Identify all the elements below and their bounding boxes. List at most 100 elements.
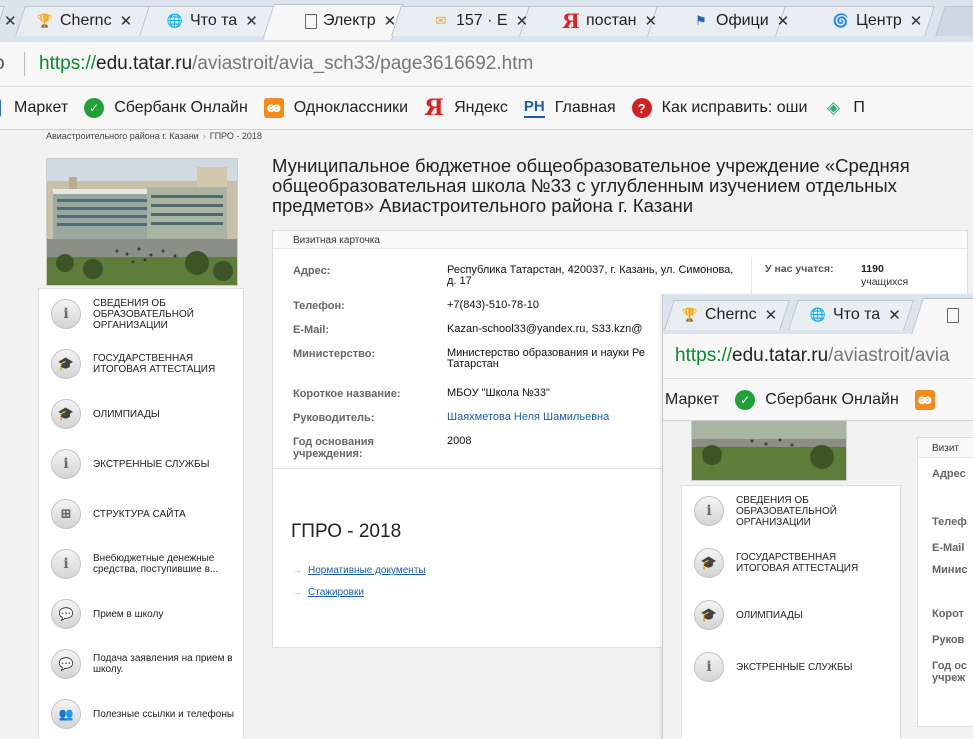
odnoklassniki-icon: ꙭ	[914, 389, 935, 410]
menu-item-gia[interactable]: 🎓 ГОСУДАРСТВЕННАЯ ИТОГОВАЯ АТТЕСТАЦИЯ	[682, 538, 902, 588]
tab-label: Что та	[833, 306, 881, 323]
page-icon	[947, 307, 959, 323]
info-icon: i	[694, 652, 724, 682]
overlay-url-text[interactable]: https://edu.tatar.ru/aviastroit/avia	[675, 345, 950, 367]
menu-item-label: СВЕДЕНИЯ ОБ ОБРАЗОВАТЕЛЬНОЙ ОРГАНИЗАЦИИ	[736, 494, 837, 528]
menu-item-ekstrennye[interactable]: i ЭКСТРЕННЫЕ СЛУЖБЫ	[682, 642, 902, 692]
menu-item-label: СВЕДЕНИЯ ОБ ОБРАЗОВАТЕЛЬНОЙ ОРГАНИЗАЦИИ	[93, 297, 194, 331]
overlay-school-photo	[691, 421, 847, 481]
stat-label: У нас учатся:	[765, 263, 834, 275]
tab-mail[interactable]: ✉ 157 · E ✕	[432, 6, 542, 36]
card-key: Телефон:	[293, 300, 345, 312]
menu-item-olimpiady[interactable]: 🎓 ОЛИМПИАДЫ	[682, 590, 902, 640]
tab-label: Центр	[856, 12, 902, 29]
url-text[interactable]: https://edu.tatar.ru/aviastroit/avia_sch…	[39, 53, 533, 75]
bookmark-sberbank[interactable]: ✓ Сбербанк Онлайн	[735, 389, 899, 410]
bookmark-glavnaya[interactable]: РН Главная	[523, 98, 616, 118]
globe-icon: 🌐	[809, 307, 827, 322]
menu-item-label: ЭКСТРЕННЫЕ СЛУЖБЫ	[93, 458, 210, 470]
url-path: /aviastroit/avia	[828, 345, 950, 366]
card-header: Визит	[918, 438, 973, 458]
gem-icon: ◈	[826, 98, 840, 117]
tab-chernc[interactable]: 🏆 Chernc ✕	[36, 6, 144, 36]
url-host: edu.tatar.ru	[732, 345, 829, 366]
swirl-icon: 🌀	[832, 13, 850, 28]
divider	[24, 52, 25, 76]
stat-number: 1190	[861, 263, 884, 275]
overlay-tab-chto-ta[interactable]: 🌐 Что та ✕	[809, 300, 915, 330]
overlay-tab-chernc[interactable]: 🏆 Chernc ✕	[681, 300, 787, 330]
menu-item-ekstrennye[interactable]: i ЭКСТРЕННЫЕ СЛУЖБЫ	[39, 439, 245, 489]
close-icon[interactable]: ✕	[120, 12, 133, 30]
card-key: Руководитель:	[293, 412, 375, 424]
bookmark-p[interactable]: ◈ П	[823, 98, 865, 118]
close-icon[interactable]: ✕	[777, 12, 790, 30]
graduation-cap-icon: 🎓	[694, 600, 724, 630]
menu-item-vnebyudzhet[interactable]: i Внебюджетные денежные средства, поступ…	[39, 539, 245, 589]
tab-chto-ta[interactable]: 🌐 Что та ✕	[166, 6, 276, 36]
url-scheme: https://	[39, 53, 97, 74]
overlay-address-bar[interactable]: https://edu.tatar.ru/aviastroit/avia	[663, 334, 973, 379]
url-scheme: https://	[675, 345, 733, 366]
bookmark-sberbank[interactable]: ✓ Сбербанк Онлайн	[84, 98, 248, 118]
menu-item-podacha[interactable]: 💬 Подача заявления на прием в школу.	[39, 639, 245, 689]
trophy-icon: 🏆	[681, 307, 699, 322]
card-key: Руков	[932, 634, 965, 646]
screen: ✕ 🏆 Chernc ✕ 🌐 Что та ✕ Электр ✕ ✉ 157 ·…	[0, 0, 973, 739]
bookmark-market[interactable]: Маркет	[665, 391, 719, 409]
card-key: Телеф	[932, 516, 967, 528]
bookmark-yandex[interactable]: Я Яндекс	[424, 95, 508, 121]
breadcrumb-parent[interactable]: Авиастроительного района г. Казани	[46, 131, 199, 141]
market-icon	[0, 98, 2, 118]
sberbank-icon: ✓	[735, 389, 756, 410]
link-normativnye-dokumenty[interactable]: Нормативные документы	[293, 565, 426, 576]
close-icon[interactable]: ✕	[245, 12, 258, 30]
info-icon: i	[51, 299, 81, 329]
bookmark-label: П	[853, 99, 865, 116]
card-key: Короткое название:	[293, 388, 401, 400]
school-photo	[46, 158, 238, 286]
link-stazhirovki[interactable]: Стажировки	[293, 587, 364, 598]
close-icon[interactable]: ✕	[516, 12, 529, 30]
menu-item-struktura[interactable]: ⊞ СТРУКТУРА САЙТА	[39, 489, 245, 539]
close-icon[interactable]: ✕	[910, 12, 923, 30]
tab-ofici[interactable]: ⚑ Офици ✕	[692, 6, 802, 36]
bookmark-odnoklassniki[interactable]: ꙭ Одноклассники	[263, 98, 409, 118]
yandex-icon: Я	[562, 9, 580, 33]
bookmark-label: Сбербанк Онлайн	[765, 390, 899, 408]
bookmark-kak-ispravit[interactable]: ? Как исправить: оши	[631, 98, 807, 118]
menu-item-priem[interactable]: 💬 Прием в школу	[39, 589, 245, 639]
odnoklassniki-icon: ꙭ	[263, 98, 284, 118]
close-icon[interactable]: ✕	[888, 306, 901, 324]
tab-elektr-active[interactable]: Электр ✕	[305, 6, 405, 36]
close-icon[interactable]: ✕	[644, 12, 657, 30]
close-icon[interactable]: ✕	[4, 12, 17, 30]
stat-value: 1190 учащихся	[861, 263, 921, 288]
close-icon[interactable]: ✕	[765, 306, 778, 324]
menu-item-label: Полезные ссылки и телефоны	[93, 708, 235, 720]
menu-item-olimpiady[interactable]: 🎓 ОЛИМПИАДЫ	[39, 389, 245, 439]
menu-item-svedeniya[interactable]: i СВЕДЕНИЯ ОБ ОБРАЗОВАТЕЛЬНОЙ ОРГАНИЗАЦИ…	[39, 289, 245, 339]
bookmark-label: Главная	[554, 99, 616, 116]
menu-item-gia[interactable]: 🎓 ГОСУДАРСТВЕННАЯ ИТОГОВАЯ АТТЕСТАЦИЯ	[39, 339, 245, 389]
bookmark-odnoklassniki[interactable]: ꙭ	[914, 389, 945, 410]
graduation-cap-icon: 🎓	[51, 399, 81, 429]
tab-centr[interactable]: 🌀 Центр ✕	[832, 6, 942, 36]
menu-item-label: Внебюджетные денежные средства, поступив…	[93, 553, 219, 575]
help-icon: ?	[631, 98, 652, 118]
menu-item-label: ОЛИМПИАДЫ	[93, 408, 160, 420]
bookmark-label: Одноклассники	[293, 99, 409, 116]
bookmark-market[interactable]: Маркет	[0, 98, 68, 118]
page-title: Муниципальное бюджетное общеобразователь…	[272, 155, 910, 216]
address-bar[interactable]: o https://edu.tatar.ru/aviastroit/avia_s…	[0, 42, 973, 87]
page-icon	[305, 13, 317, 29]
chat-icon: 💬	[51, 649, 81, 679]
group-icon: 👥	[51, 699, 81, 729]
menu-item-poleznye[interactable]: 👥 Полезные ссылки и телефоны	[39, 689, 245, 739]
tab-postan[interactable]: Я постан ✕	[562, 6, 672, 36]
close-icon[interactable]: ✕	[384, 12, 397, 30]
overlay-tab-page[interactable]	[947, 300, 973, 330]
menu-item-svedeniya[interactable]: i СВЕДЕНИЯ ОБ ОБРАЗОВАТЕЛЬНОЙ ОРГАНИЗАЦИ…	[682, 486, 902, 536]
card-key: E-Mail	[932, 542, 965, 554]
tab-label: Офици	[716, 12, 769, 29]
